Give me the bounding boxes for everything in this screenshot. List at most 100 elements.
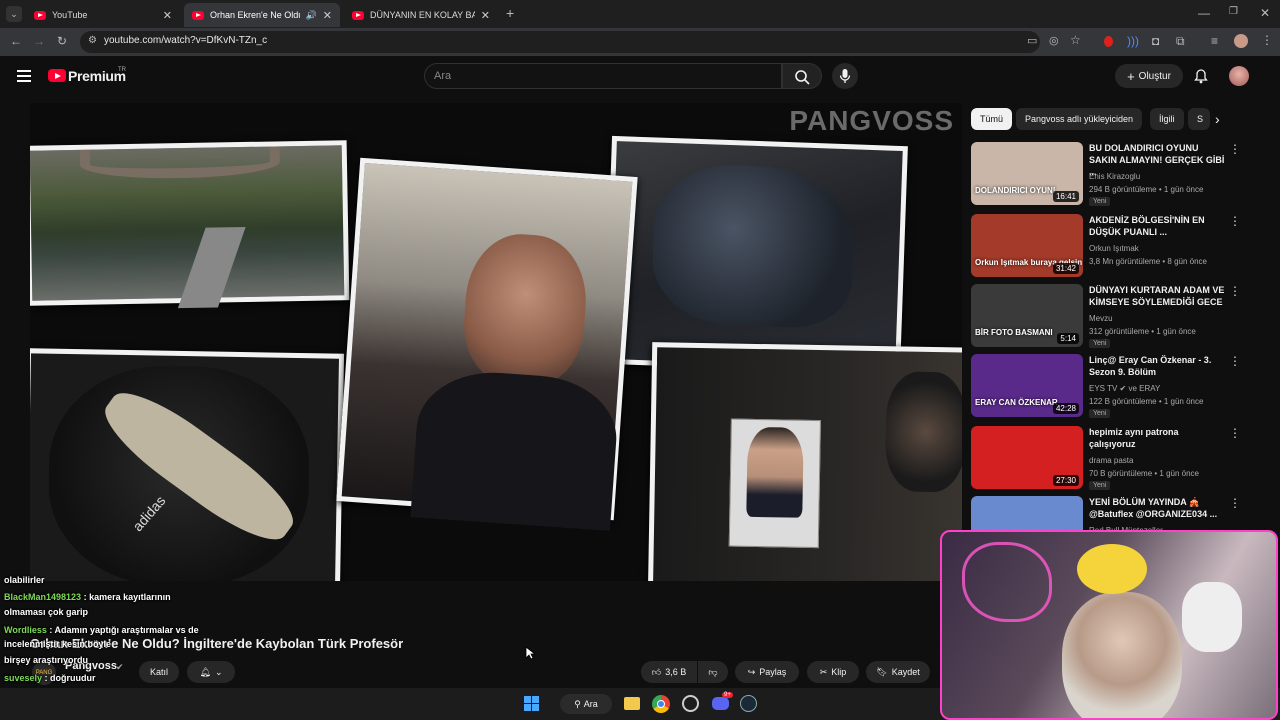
chrome-icon[interactable]	[652, 695, 670, 713]
search-input[interactable]	[424, 63, 782, 89]
more-actions-icon[interactable]: ⋮	[1229, 284, 1241, 298]
chevron-right-icon[interactable]: ›	[1215, 111, 1220, 127]
video-thumbnail[interactable]: 27:30	[971, 426, 1083, 489]
recommendation-item[interactable]: ERAY CAN ÖZKENAR 42:28 Linç@ Eray Can Özke…	[971, 354, 1271, 420]
recommendation-item[interactable]: DOLANDIRICI OYUN! 16:41 BU DOLANDIRICI OYU…	[971, 142, 1271, 208]
close-tab-icon[interactable]: ✕	[323, 9, 332, 22]
chip-related[interactable]: İlgili	[1150, 108, 1184, 130]
bookmark-star-icon[interactable]: ☆	[1070, 33, 1081, 47]
taskbar-search-label: Ara	[583, 699, 598, 709]
chat-message: Wordliess : Adamın yaptığı araştırmalar …	[4, 625, 199, 635]
clip-button[interactable]: ✂ Klip	[807, 661, 859, 683]
chat-text: olabilirler	[4, 575, 45, 585]
chat-text: olmaması çok garip	[4, 607, 89, 617]
notifications-bell-icon[interactable]	[1193, 68, 1209, 89]
more-actions-icon[interactable]: ⋮	[1229, 214, 1241, 228]
browser-menu-icon[interactable]: ⋮	[1261, 33, 1273, 47]
recommendation-title[interactable]: AKDENİZ BÖLGESİ'NİN EN DÜŞÜK PUANLI ...	[1089, 214, 1227, 238]
like-button[interactable]: 👍︎ 3,6 B	[641, 661, 697, 683]
recommendation-title[interactable]: Linç@ Eray Can Özkenar - 3. Sezon 9. Böl…	[1089, 354, 1227, 378]
video-thumbnail[interactable]: BİR FOTO BASMANI 5:14	[971, 284, 1083, 347]
chip-more[interactable]: S	[1188, 108, 1210, 130]
thumbnail-text: BİR FOTO BASMANI	[975, 328, 1053, 337]
voice-search-button[interactable]	[832, 63, 858, 89]
bookmark-icon: 🔖︎	[876, 666, 888, 677]
video-duration: 31:42	[1052, 263, 1079, 274]
more-actions-icon[interactable]: ⋮	[1229, 142, 1241, 156]
steam-icon[interactable]	[740, 695, 757, 712]
thumbs-up-icon: 👍︎	[651, 666, 662, 677]
tab-search-icon[interactable]: ⌄	[6, 6, 22, 22]
recommendation-item[interactable]: Orkun Işıtmak buraya gelsin 31:42 AKDENİZ …	[971, 214, 1271, 280]
new-tab-button[interactable]: +	[506, 5, 514, 21]
more-actions-icon[interactable]: ⋮	[1229, 354, 1241, 368]
audio-icon[interactable]: 🔊	[306, 10, 317, 21]
menu-hamburger-icon[interactable]	[17, 70, 31, 82]
recommendation-channel[interactable]: Mevzu	[1089, 314, 1113, 323]
recommendation-channel[interactable]: Orkun Işıtmak	[1089, 244, 1139, 253]
chat-username: BlackMan1498123	[4, 592, 82, 602]
new-badge: Yeni	[1089, 197, 1111, 206]
video-player[interactable]: PANGVOSS adidas	[30, 103, 962, 581]
close-window-button[interactable]: ✕	[1260, 6, 1270, 20]
extensions-puzzle-icon[interactable]: ⧉	[1176, 34, 1185, 49]
chat-message: olabilirler	[4, 575, 45, 585]
cast-icon[interactable]: ▭	[1027, 34, 1037, 47]
clip-label: Klip	[831, 667, 847, 677]
video-thumbnail[interactable]: DOLANDIRICI OYUN! 16:41	[971, 142, 1083, 205]
obs-icon[interactable]	[682, 695, 699, 712]
forward-icon[interactable]: →	[33, 34, 45, 48]
verified-icon: ✔	[116, 662, 124, 672]
video-thumbnail[interactable]: Orkun Işıtmak buraya gelsin 31:42	[971, 214, 1083, 277]
search-placeholder: Ara	[434, 70, 452, 82]
recommendation-channel[interactable]: Enis Kirazoglu	[1089, 172, 1140, 181]
windows-start-icon[interactable]	[524, 696, 539, 711]
minimize-button[interactable]: —	[1198, 6, 1210, 20]
media-control-icon[interactable]: ≡	[1211, 34, 1218, 48]
url-text[interactable]: youtube.com/watch?v=DfKvN-TZn_c	[104, 35, 267, 46]
join-button[interactable]: Katıl	[139, 661, 179, 683]
recommendation-item[interactable]: BİR FOTO BASMANI 5:14 DÜNYAYI KURTARAN ADA…	[971, 284, 1271, 350]
tab-banka[interactable]: DÜNYANIN EN KOLAY BANKA ✕	[344, 3, 498, 27]
save-button[interactable]: 🔖︎ Kaydet	[866, 661, 930, 683]
canal-photo	[30, 140, 350, 309]
create-button[interactable]: + Oluştur	[1115, 64, 1183, 88]
taskbar-search[interactable]: ⚲ Ara	[560, 694, 612, 714]
eye-off-icon[interactable]: ◎	[1049, 34, 1059, 47]
extension-wave-icon[interactable]: )))	[1127, 34, 1139, 48]
recommendation-channel[interactable]: EYS TV ✔ ve ERAY	[1089, 384, 1160, 393]
recommendation-item[interactable]: 27:30 hepimiz aynı patrona çalışıyoruz dra…	[971, 426, 1271, 492]
extension-icon[interactable]: ◘	[1152, 34, 1159, 48]
portrait-photo	[647, 342, 962, 581]
reload-icon[interactable]: ↻	[57, 34, 67, 48]
recommendation-title[interactable]: hepimiz aynı patrona çalışıyoruz	[1089, 426, 1227, 450]
chat-text: : Adamın yaptığı araştırmalar vs de	[49, 625, 199, 635]
video-thumbnail[interactable]: ERAY CAN ÖZKENAR 42:28	[971, 354, 1083, 417]
youtube-logo-icon[interactable]	[48, 69, 66, 82]
subscribed-bell-button[interactable]: 🔔︎ ⌄	[187, 661, 235, 683]
webcam-overlay	[940, 530, 1278, 720]
tab-youtube[interactable]: YouTube ✕	[26, 3, 180, 27]
back-icon[interactable]: ←	[10, 34, 22, 48]
search-button[interactable]	[782, 63, 822, 89]
recommendation-title[interactable]: DÜNYAYI KURTARAN ADAM VE KİMSEYE SÖYLEME…	[1089, 284, 1227, 308]
close-tab-icon[interactable]: ✕	[163, 9, 172, 22]
close-tab-icon[interactable]: ✕	[481, 9, 490, 22]
more-actions-icon[interactable]: ⋮	[1229, 496, 1241, 510]
share-button[interactable]: ↪ Paylaş	[735, 661, 799, 683]
tab-orhan-ekren[interactable]: Orhan Ekren'e Ne Oldu? İngi 🔊 ✕	[184, 3, 340, 27]
recommendation-title[interactable]: YENİ BÖLÜM YAYINDA 🎪 @Batuflex @ORGANIZE…	[1089, 496, 1227, 520]
file-explorer-icon[interactable]	[624, 697, 640, 710]
extension-red-icon[interactable]	[1104, 36, 1113, 47]
profile-avatar[interactable]	[1234, 34, 1248, 48]
chip-all[interactable]: Tümü	[971, 108, 1013, 130]
recommendation-channel[interactable]: drama pasta	[1089, 456, 1133, 465]
dislike-button[interactable]: 👎︎	[698, 661, 728, 683]
chip-from-uploader[interactable]: Pangvoss adlı yükleyiciden	[1016, 108, 1143, 130]
more-actions-icon[interactable]: ⋮	[1229, 426, 1241, 440]
restore-button[interactable]: ❐	[1229, 6, 1238, 17]
site-info-icon[interactable]: ⚙	[88, 35, 97, 46]
account-avatar[interactable]	[1229, 66, 1249, 86]
recommendation-meta: 122 B görüntüleme • 1 gün önce	[1089, 397, 1204, 406]
discord-icon[interactable]	[712, 697, 729, 710]
